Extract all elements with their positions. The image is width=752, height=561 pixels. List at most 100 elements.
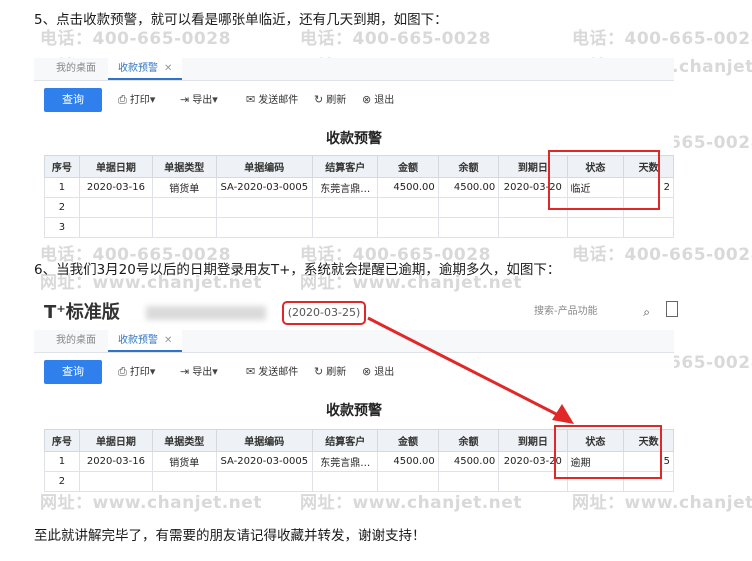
table-cell [566, 217, 625, 238]
export-label: 导出 [192, 367, 213, 378]
table-row[interactable]: 3 [44, 217, 674, 238]
export-button[interactable]: ⇥ 导出▾ [180, 358, 221, 386]
search-input[interactable]: 搜索-产品功能 ⌕ [534, 301, 660, 323]
table-cell: 东莞言鼎… [312, 177, 379, 198]
refresh-label: 刷新 [326, 95, 347, 106]
table-cell [152, 217, 217, 238]
tab-receivables-alert[interactable]: 收款预警 ✕ [108, 330, 183, 352]
tab-receivables-alert[interactable]: 收款预警 ✕ [108, 58, 183, 80]
table-cell [215, 197, 314, 218]
print-label: 打印 [129, 367, 150, 378]
column-header[interactable]: 余额 [437, 429, 500, 452]
tab-bar: 我的桌面 收款预警 ✕ [34, 58, 674, 81]
mail-icon: ✉ [246, 93, 256, 106]
send-email-button[interactable]: ✉ 发送邮件 [246, 86, 298, 114]
status-days-highlight [548, 150, 660, 210]
table-cell: 4500.00 [377, 451, 439, 472]
report-title: 收款预警 [326, 131, 382, 147]
export-icon: ⇥ [180, 365, 190, 378]
table-cell [215, 217, 314, 238]
table-cell: 1 [44, 177, 80, 198]
column-header[interactable]: 序号 [44, 155, 80, 178]
product-logo: T⁺标准版 [44, 302, 120, 323]
step6-text: 6、当我们3月20号以后的日期登录用友T+，系统就会提醒已逾期，逾期多久，如图下… [34, 262, 561, 278]
table-cell [437, 217, 500, 238]
table-cell: 3 [44, 217, 80, 238]
export-icon: ⇥ [180, 93, 190, 106]
report-title: 收款预警 [326, 403, 382, 419]
table-cell: SA-2020-03-0005 [215, 177, 314, 198]
table-cell: SA-2020-03-0005 [215, 451, 314, 472]
table-cell [377, 471, 439, 492]
table-cell: 销货单 [152, 451, 217, 472]
column-header[interactable]: 单据编码 [215, 155, 314, 178]
printer-icon: ⎙ [118, 93, 127, 106]
table-cell: 2020-03-16 [78, 177, 154, 198]
chevron-down-icon: ▾ [149, 365, 156, 378]
search-icon[interactable]: ⌕ [643, 301, 650, 323]
column-header[interactable]: 结算客户 [312, 429, 379, 452]
query-button[interactable]: 查询 [44, 88, 102, 112]
print-button[interactable]: ⎙ 打印▾ [118, 86, 158, 114]
tab-bar: 我的桌面 收款预警 ✕ [34, 330, 674, 353]
column-header[interactable]: 单据类型 [152, 429, 217, 452]
exit-label: 退出 [374, 95, 395, 106]
table-cell [498, 217, 568, 238]
column-header[interactable]: 余额 [437, 155, 500, 178]
toolbar: 查询 ⎙ 打印▾ ⇥ 导出▾ ✉ 发送邮件 ↻ 刷新 ⊗ 退出 [34, 86, 674, 116]
table-cell [152, 197, 217, 218]
search-placeholder: 搜索-产品功能 [534, 306, 598, 317]
watermark-phone: 电话：400-665-0028 [572, 29, 752, 49]
screenshot-1: 我的桌面 收款预警 ✕ 查询 ⎙ 打印▾ ⇥ 导出▾ ✉ 发送邮件 ↻ 刷新 ⊗ 退出 收款… [34, 58, 674, 238]
step5-text: 5、点击收款预警，就可以看是哪张单临近，还有几天到期，如图下： [34, 12, 448, 28]
blurred-company-name [146, 306, 266, 320]
table-cell: 东莞言鼎… [312, 451, 379, 472]
email-label: 发送邮件 [258, 95, 299, 106]
chevron-down-icon: ▾ [212, 365, 218, 378]
send-email-button[interactable]: ✉ 发送邮件 [246, 358, 298, 386]
mail-icon: ✉ [246, 365, 256, 378]
refresh-button[interactable]: ↻ 刷新 [314, 358, 346, 386]
print-button[interactable]: ⎙ 打印▾ [118, 358, 158, 386]
column-header[interactable]: 序号 [44, 429, 80, 452]
refresh-button[interactable]: ↻ 刷新 [314, 86, 346, 114]
screenshot-2: T⁺标准版 (2020-03-25) 搜索-产品功能 ⌕ 我的桌面 收款预警 ✕ … [34, 298, 678, 494]
column-header[interactable]: 金额 [377, 429, 439, 452]
tab-home[interactable]: 我的桌面 [46, 58, 106, 80]
refresh-icon: ↻ [314, 365, 324, 378]
table-cell [78, 217, 154, 238]
printer-icon: ⎙ [118, 365, 127, 378]
tab-label: 收款预警 [118, 63, 158, 74]
table-cell: 2 [44, 471, 80, 492]
exit-button[interactable]: ⊗ 退出 [362, 86, 394, 114]
column-header[interactable]: 金额 [377, 155, 439, 178]
table-cell [215, 471, 314, 492]
closing-text: 至此就讲解完毕了，有需要的朋友请记得收藏并转发，谢谢支持！ [34, 528, 426, 544]
export-label: 导出 [192, 95, 213, 106]
table-cell [623, 217, 674, 238]
column-header[interactable]: 结算客户 [312, 155, 379, 178]
table-cell [312, 197, 379, 218]
table-cell [437, 197, 500, 218]
exit-label: 退出 [374, 367, 395, 378]
column-header[interactable]: 单据编码 [215, 429, 314, 452]
close-icon[interactable]: ✕ [164, 335, 172, 346]
toolbar: 查询 ⎙ 打印▾ ⇥ 导出▾ ✉ 发送邮件 ↻ 刷新 ⊗ 退出 [34, 358, 674, 388]
panel-icon[interactable] [666, 301, 678, 317]
table-cell: 4500.00 [377, 177, 439, 198]
close-circle-icon: ⊗ [362, 93, 372, 106]
table-cell [78, 471, 154, 492]
status-days-highlight [554, 425, 662, 479]
login-date: (2020-03-25) [282, 301, 366, 325]
query-button[interactable]: 查询 [44, 360, 102, 384]
column-header[interactable]: 单据日期 [78, 429, 154, 452]
column-header[interactable]: 单据日期 [78, 155, 154, 178]
tab-home[interactable]: 我的桌面 [46, 330, 106, 352]
export-button[interactable]: ⇥ 导出▾ [180, 86, 221, 114]
column-header[interactable]: 单据类型 [152, 155, 217, 178]
table-cell: 4500.00 [437, 451, 500, 472]
close-icon[interactable]: ✕ [164, 63, 172, 74]
table-cell: 2 [44, 197, 80, 218]
exit-button[interactable]: ⊗ 退出 [362, 358, 394, 386]
table-cell [312, 217, 379, 238]
